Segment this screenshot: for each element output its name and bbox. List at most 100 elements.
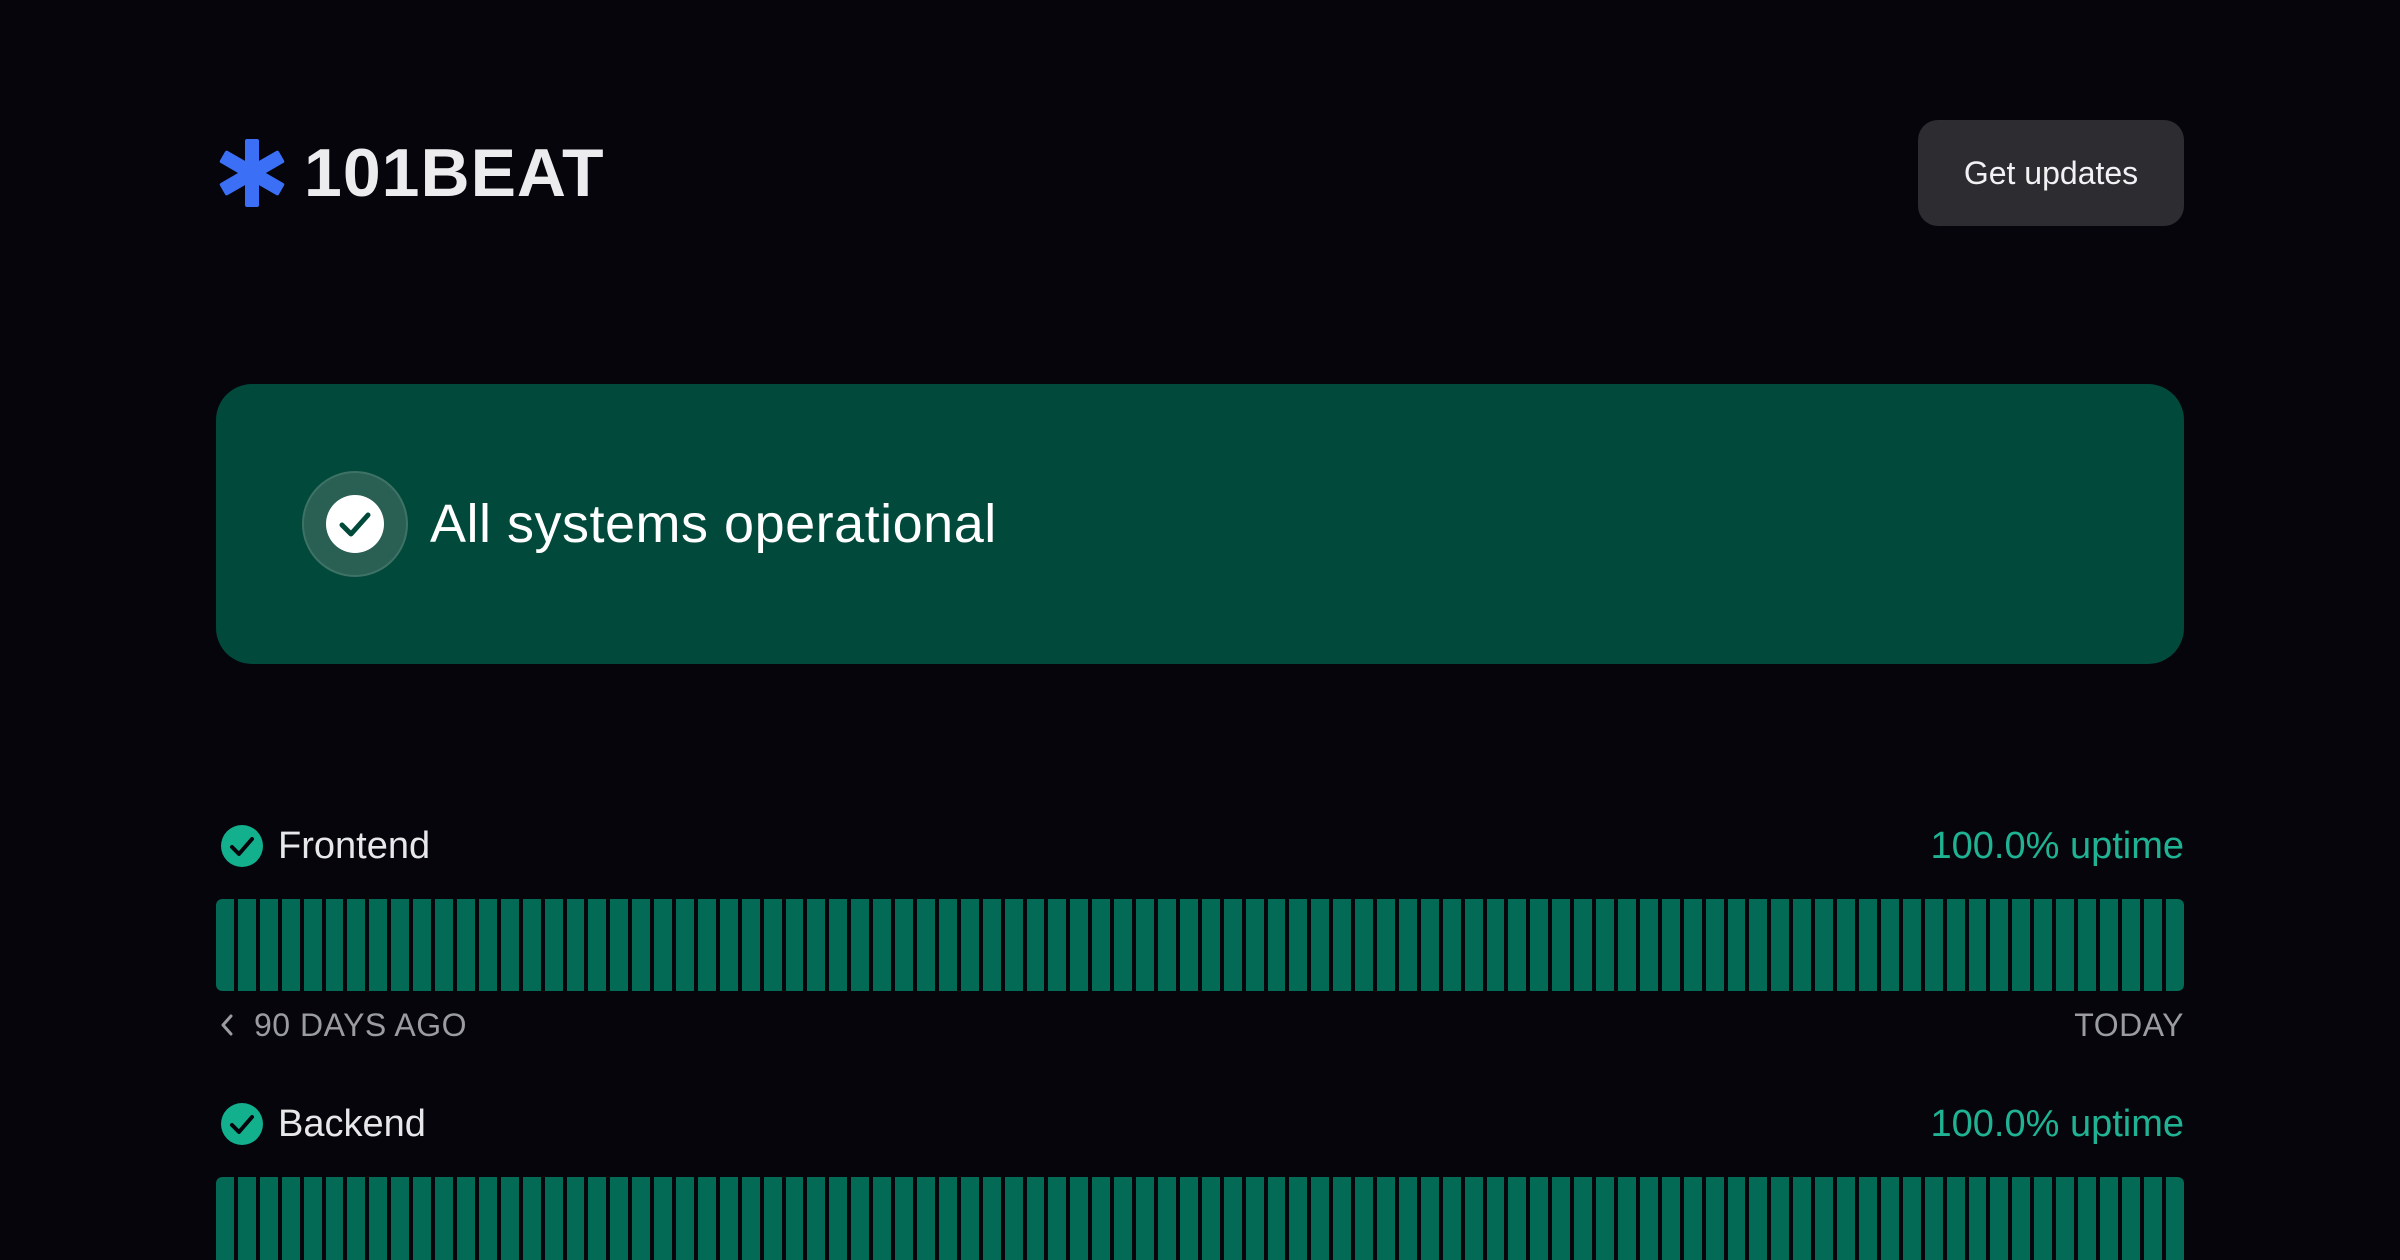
uptime-day[interactable]: [610, 899, 629, 991]
uptime-day[interactable]: [216, 899, 234, 991]
uptime-day[interactable]: [895, 899, 913, 991]
uptime-day[interactable]: [588, 1177, 607, 1260]
uptime-day[interactable]: [1530, 899, 1549, 991]
uptime-day[interactable]: [1048, 1177, 1067, 1260]
uptime-day[interactable]: [1026, 899, 1045, 991]
uptime-day[interactable]: [807, 899, 826, 991]
uptime-day[interactable]: [1070, 899, 1089, 991]
uptime-day[interactable]: [2121, 899, 2140, 991]
uptime-day[interactable]: [1596, 1177, 1614, 1260]
uptime-day[interactable]: [697, 899, 716, 991]
uptime-day[interactable]: [1267, 899, 1286, 991]
uptime-day[interactable]: [259, 899, 278, 991]
uptime-day[interactable]: [960, 899, 979, 991]
uptime-day[interactable]: [1968, 899, 1987, 991]
uptime-day[interactable]: [1114, 1177, 1133, 1260]
uptime-day[interactable]: [1377, 899, 1395, 991]
uptime-day[interactable]: [873, 899, 892, 991]
uptime-day[interactable]: [1858, 899, 1877, 991]
uptime-day[interactable]: [851, 1177, 870, 1260]
uptime-day[interactable]: [2078, 899, 2096, 991]
uptime-day[interactable]: [917, 1177, 935, 1260]
uptime-day[interactable]: [544, 899, 563, 991]
uptime-day[interactable]: [1727, 899, 1746, 991]
uptime-day[interactable]: [2078, 1177, 2096, 1260]
uptime-day[interactable]: [741, 1177, 760, 1260]
uptime-day[interactable]: [391, 899, 410, 991]
uptime-day[interactable]: [1661, 899, 1680, 991]
uptime-day[interactable]: [1245, 1177, 1264, 1260]
uptime-day[interactable]: [719, 899, 738, 991]
uptime-day[interactable]: [960, 1177, 979, 1260]
uptime-day[interactable]: [1968, 1177, 1987, 1260]
uptime-day[interactable]: [1311, 1177, 1330, 1260]
uptime-day[interactable]: [1902, 899, 1921, 991]
uptime-day[interactable]: [413, 1177, 432, 1260]
uptime-day[interactable]: [1114, 899, 1133, 991]
uptime-day[interactable]: [1092, 899, 1111, 991]
uptime-day[interactable]: [1815, 1177, 1834, 1260]
uptime-day[interactable]: [2143, 899, 2162, 991]
uptime-day[interactable]: [281, 1177, 300, 1260]
uptime-day[interactable]: [391, 1177, 410, 1260]
uptime-day[interactable]: [2056, 1177, 2075, 1260]
uptime-day[interactable]: [303, 899, 322, 991]
uptime-day[interactable]: [1398, 1177, 1417, 1260]
uptime-day[interactable]: [478, 899, 497, 991]
uptime-day[interactable]: [435, 1177, 453, 1260]
uptime-day[interactable]: [566, 899, 585, 991]
uptime-day[interactable]: [829, 1177, 848, 1260]
uptime-day[interactable]: [544, 1177, 563, 1260]
uptime-day[interactable]: [1639, 1177, 1658, 1260]
uptime-day[interactable]: [829, 899, 848, 991]
uptime-day[interactable]: [785, 899, 804, 991]
uptime-day[interactable]: [2056, 899, 2075, 991]
uptime-day[interactable]: [2034, 1177, 2053, 1260]
uptime-day[interactable]: [500, 899, 519, 991]
uptime-day[interactable]: [1201, 899, 1220, 991]
uptime-day[interactable]: [281, 899, 300, 991]
uptime-day[interactable]: [1574, 899, 1593, 991]
uptime-day[interactable]: [1771, 1177, 1790, 1260]
uptime-day[interactable]: [785, 1177, 804, 1260]
uptime-day[interactable]: [1990, 899, 2009, 991]
uptime-day[interactable]: [1727, 1177, 1746, 1260]
uptime-day[interactable]: [303, 1177, 322, 1260]
uptime-day[interactable]: [1136, 1177, 1154, 1260]
uptime-day[interactable]: [632, 1177, 651, 1260]
uptime-day[interactable]: [610, 1177, 629, 1260]
uptime-day[interactable]: [522, 899, 541, 991]
uptime-day[interactable]: [1420, 1177, 1439, 1260]
uptime-day[interactable]: [500, 1177, 519, 1260]
uptime-day[interactable]: [1661, 1177, 1680, 1260]
uptime-day[interactable]: [1639, 899, 1658, 991]
uptime-day[interactable]: [1026, 1177, 1045, 1260]
uptime-day[interactable]: [1157, 1177, 1176, 1260]
uptime-day[interactable]: [588, 899, 607, 991]
uptime-day[interactable]: [478, 1177, 497, 1260]
uptime-day[interactable]: [807, 1177, 826, 1260]
uptime-day[interactable]: [938, 1177, 957, 1260]
uptime-day[interactable]: [654, 1177, 673, 1260]
uptime-day[interactable]: [1858, 1177, 1877, 1260]
uptime-day[interactable]: [1420, 899, 1439, 991]
uptime-day[interactable]: [325, 899, 344, 991]
uptime-day[interactable]: [2099, 899, 2118, 991]
uptime-day[interactable]: [1464, 899, 1483, 991]
uptime-day[interactable]: [216, 1177, 234, 1260]
uptime-day[interactable]: [2034, 899, 2053, 991]
uptime-day[interactable]: [1267, 1177, 1286, 1260]
uptime-day[interactable]: [1004, 1177, 1023, 1260]
uptime-day[interactable]: [1705, 899, 1724, 991]
uptime-day[interactable]: [2012, 899, 2031, 991]
uptime-day[interactable]: [851, 899, 870, 991]
uptime-day[interactable]: [1004, 899, 1023, 991]
uptime-day[interactable]: [1880, 899, 1899, 991]
uptime-day[interactable]: [763, 1177, 782, 1260]
uptime-day[interactable]: [1464, 1177, 1483, 1260]
uptime-day[interactable]: [1245, 899, 1264, 991]
uptime-day[interactable]: [1092, 1177, 1111, 1260]
uptime-day[interactable]: [1596, 899, 1614, 991]
uptime-day[interactable]: [873, 1177, 892, 1260]
uptime-day[interactable]: [895, 1177, 913, 1260]
